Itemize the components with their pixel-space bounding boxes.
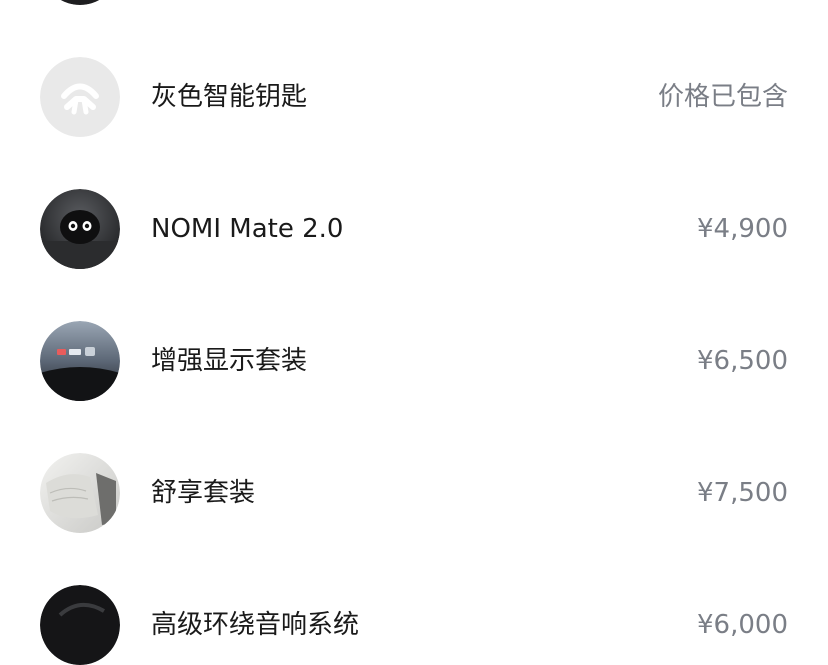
- hud-display-thumbnail-icon: [40, 321, 120, 401]
- option-row-dark[interactable]: [0, 0, 828, 5]
- option-price: ¥6,000: [697, 610, 788, 640]
- audio-system-thumbnail-icon: [40, 585, 120, 665]
- option-label: NOMI Mate 2.0: [151, 214, 344, 244]
- option-price: ¥6,500: [697, 346, 788, 376]
- option-row-comfort-package[interactable]: 舒享套装 ¥7,500: [0, 453, 828, 533]
- option-price: ¥4,900: [697, 214, 788, 244]
- option-price: 价格已包含: [657, 82, 788, 112]
- seat-comfort-thumbnail-icon: [40, 453, 120, 533]
- option-label: 舒享套装: [151, 478, 256, 508]
- dark-item-thumbnail-icon: [40, 0, 120, 5]
- nomi-robot-thumbnail-icon: [40, 189, 120, 269]
- option-label: 增强显示套装: [151, 346, 308, 376]
- option-row-enhanced-display[interactable]: 增强显示套装 ¥6,500: [0, 321, 828, 401]
- option-price: ¥7,500: [697, 478, 788, 508]
- option-row-nomi-mate[interactable]: NOMI Mate 2.0 ¥4,900: [0, 189, 828, 269]
- option-row-smart-key[interactable]: 灰色智能钥匙 价格已包含: [0, 57, 828, 137]
- option-row-premium-audio[interactable]: 高级环绕音响系统 ¥6,000: [0, 585, 828, 665]
- option-label: 高级环绕音响系统: [151, 610, 360, 640]
- option-label: 灰色智能钥匙: [151, 82, 308, 112]
- nio-logo-key-thumbnail-icon: [40, 57, 120, 137]
